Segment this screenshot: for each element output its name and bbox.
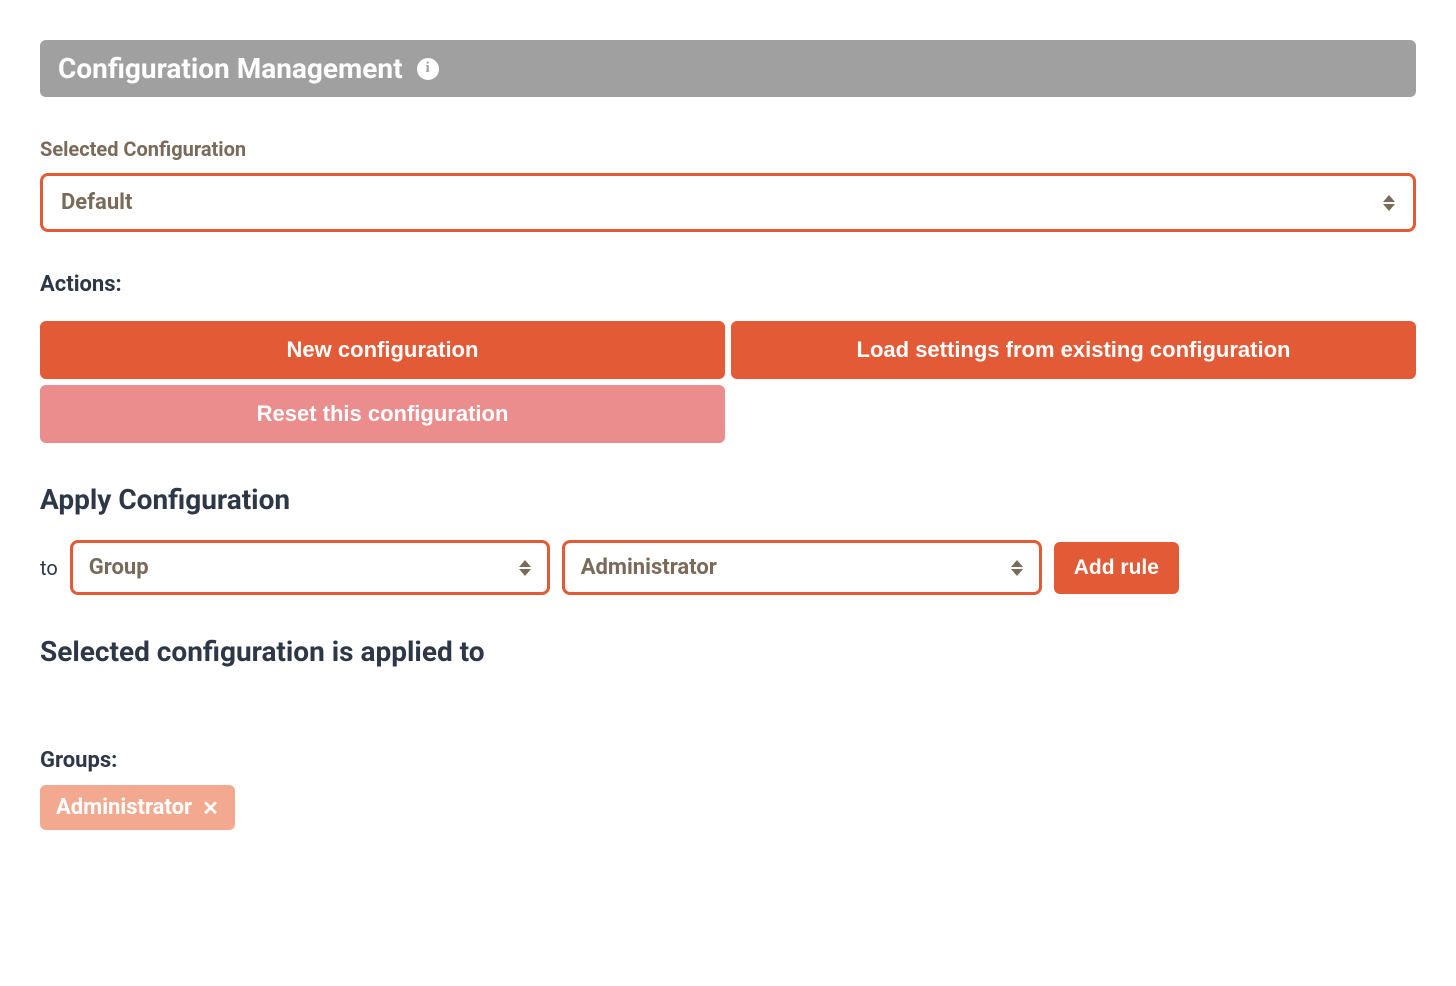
actions-label: Actions: (40, 272, 1416, 297)
selected-config-label: Selected Configuration (40, 137, 1416, 161)
add-rule-button[interactable]: Add rule (1054, 542, 1179, 594)
config-management-header: Configuration Management i (40, 40, 1416, 97)
target-value: Administrator (581, 555, 717, 580)
info-icon[interactable]: i (417, 58, 439, 80)
group-tag: Administrator ✕ (40, 785, 235, 830)
close-icon[interactable]: ✕ (202, 796, 219, 820)
target-value-dropdown[interactable]: Administrator (562, 540, 1042, 595)
load-settings-button[interactable]: Load settings from existing configuratio… (731, 321, 1416, 379)
group-tag-label: Administrator (56, 795, 192, 820)
selected-config-dropdown[interactable]: Default (40, 173, 1416, 232)
target-type-dropdown[interactable]: Group (70, 540, 550, 595)
to-label: to (40, 556, 58, 580)
groups-tags: Administrator ✕ (40, 785, 1416, 830)
reset-configuration-button[interactable]: Reset this configuration (40, 385, 725, 443)
page-title: Configuration Management (58, 52, 403, 85)
chevron-updown-icon (1011, 560, 1023, 576)
apply-config-row: to Group Administrator Add rule (40, 540, 1416, 595)
applied-to-heading: Selected configuration is applied to (40, 635, 1416, 668)
new-configuration-button[interactable]: New configuration (40, 321, 725, 379)
apply-configuration-heading: Apply Configuration (40, 483, 1416, 516)
chevron-updown-icon (1383, 195, 1395, 211)
chevron-updown-icon (519, 560, 531, 576)
selected-config-value: Default (61, 190, 132, 215)
target-type-value: Group (89, 555, 149, 580)
action-buttons: New configuration Load settings from exi… (40, 321, 1416, 443)
groups-label: Groups: (40, 748, 1416, 773)
